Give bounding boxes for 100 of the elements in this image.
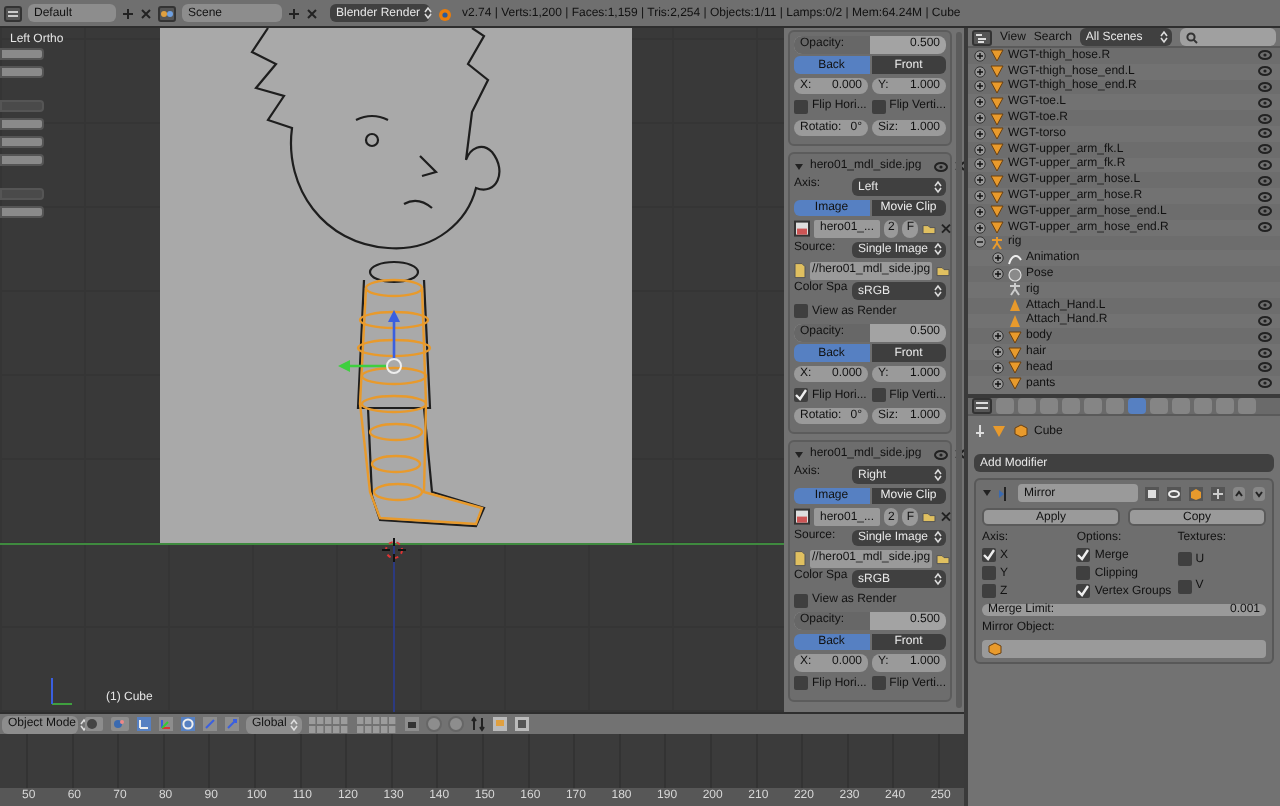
layer-grid-icon[interactable] (308, 715, 350, 733)
expand-toggle[interactable] (974, 112, 986, 125)
expand-toggle[interactable] (974, 236, 986, 249)
close-icon[interactable] (940, 220, 953, 238)
checkbox[interactable] (982, 548, 996, 562)
checkbox[interactable] (794, 388, 808, 403)
checkbox[interactable] (794, 304, 808, 319)
pin-icon[interactable] (974, 424, 986, 438)
eye-icon[interactable] (1258, 113, 1272, 124)
tool-button[interactable] (0, 118, 44, 130)
collapse-triangle-icon[interactable] (982, 488, 992, 498)
render-animation-icon[interactable] (514, 716, 530, 732)
checkbox[interactable] (1076, 566, 1091, 580)
eye-icon[interactable] (1258, 175, 1272, 186)
render-toggle-icon[interactable] (1144, 485, 1160, 501)
expand-toggle[interactable] (974, 158, 986, 171)
add-icon[interactable] (288, 7, 300, 19)
checkbox[interactable] (982, 584, 996, 598)
image-icon[interactable] (794, 508, 810, 526)
expand-toggle[interactable] (974, 205, 986, 218)
expand-toggle[interactable] (974, 127, 986, 140)
eye-icon[interactable] (1258, 159, 1272, 170)
add-icon[interactable] (122, 7, 134, 19)
eye-icon[interactable] (1258, 222, 1272, 233)
expand-toggle[interactable] (992, 361, 1004, 374)
tool-button[interactable] (0, 48, 44, 60)
move-down-icon[interactable] (1252, 485, 1266, 501)
file-icon[interactable] (794, 261, 806, 279)
close-icon[interactable] (940, 508, 953, 526)
image-icon[interactable] (794, 220, 810, 238)
eye-icon[interactable] (1258, 97, 1272, 108)
pivot-icon[interactable] (110, 716, 130, 732)
checkbox[interactable] (1177, 552, 1192, 567)
expand-toggle[interactable] (974, 190, 986, 203)
expand-toggle[interactable] (974, 80, 986, 93)
editor-grid-icon[interactable] (4, 5, 22, 21)
scene-icon[interactable] (158, 5, 176, 21)
tool-button[interactable] (0, 206, 44, 218)
eye-icon[interactable] (1258, 331, 1272, 342)
checkbox[interactable] (794, 676, 808, 691)
collapse-triangle-icon[interactable] (794, 449, 804, 460)
checkbox[interactable] (871, 99, 886, 114)
editor-type-icon[interactable] (972, 29, 992, 45)
close-icon[interactable] (306, 7, 318, 19)
checkbox[interactable] (1076, 584, 1091, 598)
expand-toggle[interactable] (974, 96, 986, 109)
folder-icon[interactable] (922, 508, 937, 526)
eye-icon[interactable] (1258, 378, 1272, 389)
checkbox[interactable] (871, 388, 886, 403)
expand-toggle[interactable] (974, 221, 986, 234)
file-icon[interactable] (794, 549, 806, 568)
close-icon[interactable] (140, 7, 152, 19)
eye-icon[interactable] (1258, 315, 1272, 326)
eye-icon[interactable] (933, 449, 948, 460)
search-field[interactable] (1179, 28, 1276, 46)
checkbox[interactable] (794, 593, 808, 608)
checkbox[interactable] (982, 566, 996, 580)
edit-mode-icon[interactable] (1188, 485, 1204, 501)
eye-icon[interactable] (1258, 128, 1272, 139)
object-icon[interactable] (992, 424, 1008, 438)
move-up-icon[interactable] (1232, 485, 1246, 501)
expand-toggle[interactable] (992, 377, 1004, 390)
scrollbar[interactable] (956, 32, 962, 708)
eye-icon[interactable] (1258, 66, 1272, 77)
folder-icon[interactable] (922, 220, 937, 238)
expand-toggle[interactable] (992, 252, 1004, 265)
expand-toggle[interactable] (974, 49, 986, 62)
manipulator-icon[interactable] (136, 716, 152, 732)
expand-toggle[interactable] (974, 174, 986, 187)
rotate-ring-icon[interactable] (180, 716, 196, 732)
expand-toggle[interactable] (992, 346, 1004, 359)
tool-button[interactable] (0, 136, 44, 148)
checkbox[interactable] (871, 676, 886, 691)
render-icon[interactable] (492, 716, 508, 732)
eye-icon[interactable] (1258, 362, 1272, 373)
eye-toggle-icon[interactable] (1166, 485, 1182, 501)
cage-icon[interactable] (1210, 485, 1226, 501)
eye-icon[interactable] (1258, 347, 1272, 358)
expand-toggle[interactable] (974, 65, 986, 78)
expand-toggle[interactable] (992, 268, 1004, 281)
tool-button[interactable] (0, 154, 44, 166)
eye-icon[interactable] (1258, 50, 1272, 61)
camera-icon[interactable] (404, 716, 420, 732)
mirror-object-field[interactable] (982, 640, 1266, 658)
checkbox[interactable] (1076, 548, 1091, 562)
eye-icon[interactable] (1258, 81, 1272, 92)
tool-button[interactable] (0, 66, 44, 78)
collapse-triangle-icon[interactable] (794, 161, 804, 172)
layer-grid-icon[interactable] (356, 715, 398, 733)
eye-icon[interactable] (1258, 191, 1272, 202)
eye-icon[interactable] (1258, 144, 1272, 155)
checkbox[interactable] (1177, 579, 1192, 594)
checkbox[interactable] (794, 99, 808, 114)
expand-toggle[interactable] (974, 143, 986, 156)
expand-toggle[interactable] (992, 330, 1004, 343)
eye-icon[interactable] (933, 161, 948, 172)
editor-type-icon[interactable] (972, 398, 992, 414)
axes-toggle-icon[interactable] (158, 716, 174, 732)
eye-icon[interactable] (1258, 206, 1272, 217)
arrows-icon[interactable] (470, 716, 486, 732)
